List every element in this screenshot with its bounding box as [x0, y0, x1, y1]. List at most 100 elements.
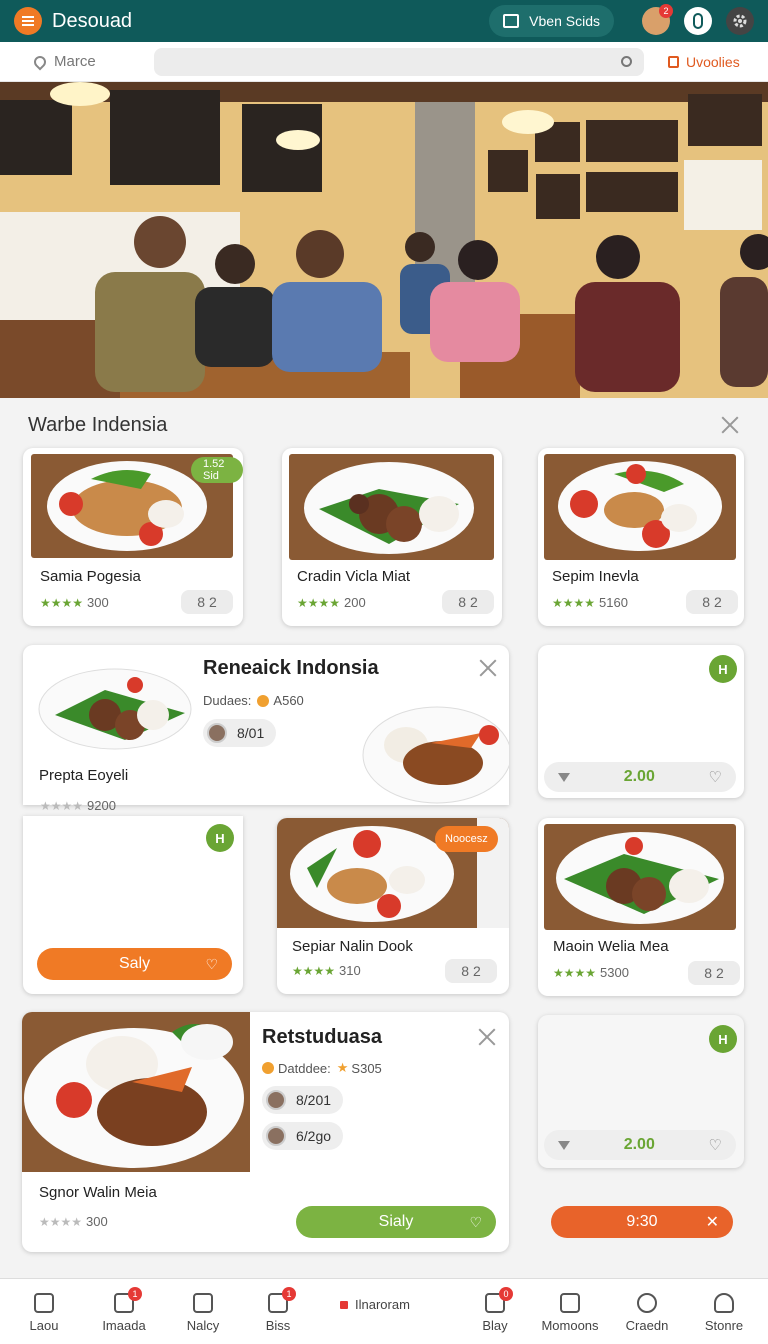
select-button[interactable]: Saly ♡ [37, 948, 232, 980]
user-avatar-button[interactable]: 2 [642, 4, 673, 35]
rating-value: 5160 [599, 595, 628, 610]
bottom-navigation: Laou 1 Imaada Nalcy 1 Biss Ilnaroram 0 B… [0, 1278, 768, 1344]
star-rating-icon: ★★★★ [39, 1214, 83, 1229]
settings-button[interactable] [726, 7, 754, 35]
nav-item-home[interactable]: Laou [4, 1287, 84, 1333]
nav-label: Blay [482, 1318, 508, 1333]
nav-label: Laou [29, 1318, 59, 1333]
nav-label: Biss [265, 1318, 291, 1333]
hero-restaurant-image [0, 82, 768, 398]
info-button[interactable] [684, 7, 712, 35]
nav-label: Nalcy [186, 1318, 220, 1333]
food-title: Sepiar Nalin Dook [292, 938, 413, 955]
food-title: Maoin Welia Mea [553, 938, 669, 955]
location-selector[interactable]: Marce [0, 53, 150, 70]
picture-icon [560, 1293, 580, 1313]
dropdown-arrow-icon[interactable] [558, 772, 570, 782]
heart-icon[interactable]: ♡ [709, 768, 722, 786]
price-card[interactable]: H 2.00 ♡ [538, 645, 744, 798]
quantity-stepper[interactable]: 8 2 [445, 959, 497, 983]
nav-item-profile[interactable]: Stonre [684, 1287, 764, 1333]
nav-item-create[interactable]: Craedn [607, 1287, 687, 1333]
timer-button[interactable]: 9:30 ✕ [551, 1206, 733, 1238]
price-control[interactable]: 2.00 ♡ [544, 1130, 736, 1160]
food-title: Cradin Vicla Miat [297, 568, 411, 585]
featured-thumbnail [22, 1012, 250, 1172]
quantity-stepper[interactable]: 8 2 [688, 961, 740, 985]
close-featured-icon[interactable] [478, 1028, 496, 1046]
timer-label: 9:30 [626, 1213, 658, 1230]
box-icon: 0 [485, 1287, 513, 1313]
featured-title: Retstuduasa [262, 1026, 383, 1048]
food-card[interactable]: Maoin Welia Mea ★★★★ 5300 8 2 [538, 818, 744, 996]
food-section: Warbe Indensia 1.52 Sid Samia Pogesia ★★… [0, 398, 768, 1278]
food-card[interactable]: 1.52 Sid Samia Pogesia ★★★★ 300 8 2 [23, 448, 243, 626]
search-box [154, 47, 644, 76]
nav-label: Stonre [704, 1318, 744, 1333]
heart-icon: ♡ [469, 1213, 482, 1230]
featured-side-image [361, 703, 509, 805]
food-thumbnail [289, 454, 494, 560]
nav-item-center[interactable]: Ilnaroram [340, 1297, 410, 1312]
favorites-link[interactable]: Uvoolies [668, 54, 740, 70]
meta-label: Dudaes: [203, 693, 252, 708]
featured-food-card[interactable]: Retstuduasa Datddee: ★ S305 8/201 6/2go … [22, 1012, 509, 1252]
status-badge: H [709, 655, 737, 683]
nav-item-moments[interactable]: Momoons [530, 1287, 610, 1333]
quantity-stepper[interactable]: 8 2 [181, 590, 233, 614]
video-action-button[interactable]: Vben Scids [489, 5, 614, 37]
price-value: 2.00 [623, 768, 655, 785]
search-input[interactable] [154, 47, 644, 76]
quantity-stepper[interactable]: 8 2 [686, 590, 738, 614]
avatar-badge: 2 [659, 4, 673, 18]
menu-icon [22, 20, 34, 22]
nav-label: Ilnaroram [355, 1297, 410, 1312]
chip-label: 8/01 [237, 725, 265, 741]
featured-thumbnail [35, 655, 195, 755]
section-title: Warbe Indensia [28, 414, 168, 436]
star-rating-icon: ★★★★ [297, 595, 341, 610]
reviewer-chip[interactable]: 8/01 [203, 719, 277, 747]
close-featured-icon[interactable] [479, 659, 497, 677]
price-control[interactable]: 2.00 ♡ [544, 762, 736, 792]
select-button[interactable]: Sialy ♡ [296, 1206, 496, 1238]
dropdown-arrow-icon[interactable] [558, 1140, 570, 1150]
heart-icon[interactable]: ♡ [709, 1136, 722, 1154]
nav-item-play[interactable]: 0 Blay [455, 1287, 535, 1333]
reviewer-chip[interactable]: 8/201 [262, 1086, 344, 1114]
featured-item-title: Prepta Eoyeli [39, 767, 129, 784]
food-thumbnail [544, 824, 736, 930]
star-rating-icon: ★★★★ [552, 595, 596, 610]
rating-value: 9200 [87, 798, 116, 813]
food-card[interactable]: Cradin Vicla Miat ★★★★ 200 8 2 [282, 448, 502, 626]
price-tag: 1.52 Sid [191, 457, 243, 483]
close-section-icon[interactable] [721, 416, 739, 434]
quantity-stepper[interactable]: 8 2 [442, 590, 494, 614]
food-card[interactable]: Sepim Inevla ★★★★ 5160 8 2 [538, 448, 744, 626]
avatar [207, 723, 227, 743]
nav-label: Imaada [102, 1318, 146, 1333]
rating-value: 200 [344, 595, 366, 610]
rating: ★★★★ 5160 [552, 595, 628, 610]
menu-button[interactable] [14, 7, 42, 35]
nav-item-list[interactable]: 1 Biss [238, 1287, 318, 1333]
featured-food-card[interactable]: Reneaick Indonsia Dudaes: A560 8/01 Prep… [23, 645, 509, 805]
star-rating-icon: ★★★★ [40, 798, 84, 813]
close-icon[interactable]: ✕ [706, 1212, 719, 1232]
featured-item-title: Sgnor Walin Meia [39, 1184, 157, 1201]
nav-badge: 1 [128, 1287, 142, 1301]
bag-icon [193, 1293, 213, 1313]
meta-value: A560 [273, 693, 304, 708]
rating: ★★★★ 300 [40, 595, 109, 610]
rating: ★★★★ 310 [292, 963, 361, 978]
select-button-label: Saly [118, 955, 151, 972]
price-card[interactable]: H 2.00 ♡ [538, 1015, 744, 1168]
food-card[interactable]: Noocesz Sepiar Nalin Dook ★★★★ 310 8 2 [277, 818, 509, 994]
promo-tag: Noocesz [435, 826, 498, 852]
location-pin-icon [31, 53, 49, 70]
reviewer-chip[interactable]: 6/2go [262, 1122, 344, 1150]
nav-badge: 1 [282, 1287, 296, 1301]
nav-item-bag[interactable]: Nalcy [163, 1287, 243, 1333]
search-icon[interactable] [621, 55, 632, 67]
nav-item-images[interactable]: 1 Imaada [84, 1287, 164, 1333]
